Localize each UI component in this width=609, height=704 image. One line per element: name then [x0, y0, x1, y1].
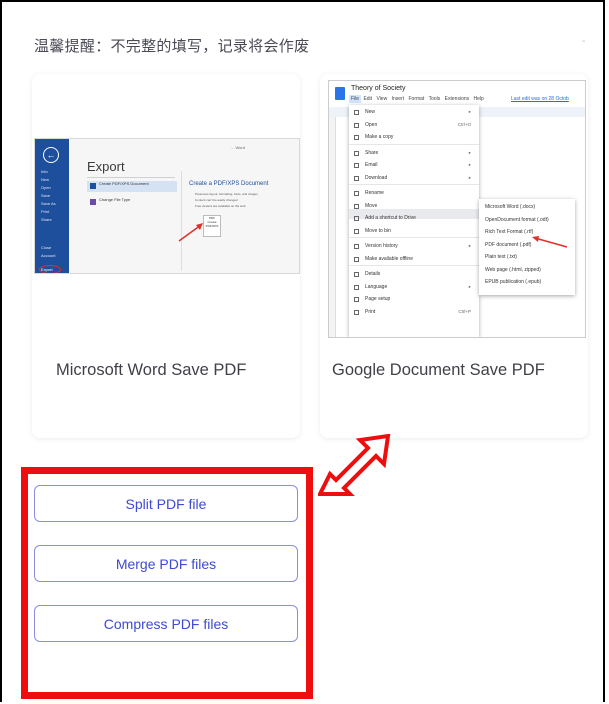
- file-menu-item[interactable]: Move to bin: [365, 228, 391, 234]
- merge-pdf-button[interactable]: Merge PDF files: [34, 545, 298, 582]
- menu-divider: [349, 143, 479, 145]
- word-nav-item: Share: [41, 217, 52, 222]
- file-menu-item[interactable]: Language: [365, 284, 387, 290]
- menu-item-icon: [354, 203, 359, 209]
- word-bullet: Content can't be easily changed: [195, 198, 238, 202]
- file-menu-item[interactable]: Rename: [365, 190, 384, 196]
- download-format-item[interactable]: Microsoft Word (.docx): [485, 204, 535, 210]
- pointer-arrow-icon: [532, 236, 568, 248]
- file-menu-item[interactable]: Add a shortcut to Drive: [365, 215, 416, 221]
- word-nav-item: Account: [41, 253, 56, 258]
- word-breadcrumb: ... Word: [231, 145, 245, 150]
- file-menu-item[interactable]: Print: [365, 309, 375, 315]
- split-pdf-button[interactable]: Split PDF file: [34, 485, 298, 522]
- word-bullet: Free viewers are available on the web: [195, 204, 246, 208]
- page-frame: 温馨提醒：不完整的填写，记录将会作废 - ← Info New Open Sav…: [0, 0, 605, 702]
- word-bullet: Preserves layout, formatting, fonts, and…: [195, 192, 258, 196]
- menu-item-icon: [354, 244, 359, 249]
- menu-item-shortcut: Ctrl+O: [457, 121, 471, 127]
- download-format-item[interactable]: Rich Text Format (.rtf): [485, 229, 533, 235]
- word-nav-item: Close: [41, 245, 52, 250]
- menu-item-icon: [354, 163, 359, 168]
- menu-item-icon: [354, 122, 359, 128]
- menu-item-icon: [354, 150, 359, 156]
- docs-title: Theory of Society: [351, 85, 406, 92]
- last-edit-link: Last edit was on 28 Octob: [511, 96, 569, 102]
- menu-divider: [349, 265, 479, 266]
- export-highlight-circle: [39, 265, 61, 273]
- menu-item-icon: [354, 216, 359, 221]
- word-nav-item: Open: [41, 185, 51, 190]
- menu-item-shortcut: ▸: [468, 162, 471, 167]
- red-arrow-icon: [318, 434, 391, 496]
- word-nav-item: New: [41, 177, 50, 182]
- card-title: Google Document Save PDF: [332, 361, 545, 379]
- file-menu-item[interactable]: Make available offline: [365, 256, 413, 262]
- menu-item-icon: [354, 309, 359, 315]
- menu-item-icon: [354, 110, 359, 115]
- download-format-item[interactable]: Plain text (.txt): [485, 254, 517, 260]
- word-nav-item: Save: [41, 193, 51, 198]
- docs-menubar: File Edit View Insert Format Tools Exten…: [351, 96, 484, 102]
- menu-item-icon: [354, 272, 359, 277]
- menu-item-icon: [354, 284, 359, 290]
- menu-item-shortcut: ▸: [468, 283, 471, 289]
- menu-item-icon: [354, 135, 359, 140]
- card-title: Microsoft Word Save PDF: [56, 361, 247, 379]
- word-nav-item: Print: [41, 209, 50, 214]
- pdf-doc-icon: [90, 183, 96, 189]
- corner-mark: -: [582, 36, 586, 47]
- menu-item-icon: [354, 297, 359, 302]
- word-backstage-sidebar: ← Info New Open Save Save As Print Share…: [35, 139, 69, 273]
- word-export-screenshot: ← Info New Open Save Save As Print Share…: [34, 138, 300, 274]
- card-word-save-pdf[interactable]: ← Info New Open Save Save As Print Share…: [32, 74, 300, 438]
- google-docs-icon: [335, 87, 345, 100]
- file-type-icon: [90, 199, 96, 205]
- download-format-item[interactable]: EPUB publication (.epub): [485, 279, 541, 285]
- file-menu-item[interactable]: Download: [365, 175, 387, 181]
- menu-item-shortcut: Ctrl+P: [458, 308, 471, 314]
- download-format-item[interactable]: PDF document (.pdf): [485, 242, 531, 248]
- download-format-item[interactable]: Web page (.html, zipped): [485, 267, 541, 273]
- menu-divider: [349, 237, 479, 238]
- divider: [87, 177, 175, 178]
- word-nav-item: Info: [41, 169, 48, 174]
- download-format-item[interactable]: OpenDocument format (.odt): [485, 217, 549, 223]
- word-export-option-label: Create PDF/XPS Document: [99, 181, 149, 186]
- card-google-doc-save-pdf[interactable]: Theory of Society File Edit View Insert …: [320, 74, 588, 438]
- file-menu-item[interactable]: Make a copy: [365, 134, 393, 140]
- file-menu: New ▸ Open Ctrl+O Make a copy Share ▸ Email ▸ Dow…: [349, 105, 479, 337]
- menu-item-icon: [354, 256, 359, 262]
- file-menu-item[interactable]: Share: [365, 150, 378, 156]
- word-export-heading: Export: [87, 159, 125, 174]
- notice-text: 温馨提醒：不完整的填写，记录将会作废: [34, 37, 310, 55]
- compress-pdf-button[interactable]: Compress PDF files: [34, 605, 298, 642]
- menu-divider: [349, 184, 479, 185]
- word-export-option: Change File Type: [87, 197, 177, 208]
- menu-item-icon: [354, 228, 359, 234]
- menu-item-icon: [354, 175, 359, 181]
- word-export-option-label: Change File Type: [99, 197, 131, 202]
- file-menu-item[interactable]: Details: [365, 271, 380, 277]
- file-menu-item[interactable]: Version history: [365, 243, 398, 249]
- menu-item-shortcut: ▸: [468, 243, 471, 248]
- word-nav-item: Save As: [41, 201, 56, 206]
- google-docs-screenshot: Theory of Society File Edit View Insert …: [328, 80, 586, 338]
- word-export-option: Create PDF/XPS Document: [87, 181, 177, 192]
- menu-item-icon: [354, 191, 359, 196]
- docs-ruler: [329, 117, 336, 337]
- file-menu-item[interactable]: New: [365, 109, 375, 115]
- file-menu-item[interactable]: Page setup: [365, 296, 390, 302]
- menu-item-shortcut: ▸: [468, 149, 471, 155]
- file-menu-item[interactable]: Open: [365, 122, 377, 128]
- menu-item-shortcut: ▸: [468, 109, 471, 114]
- file-menu-item[interactable]: Move: [365, 203, 377, 209]
- file-menu-item[interactable]: Email: [365, 162, 378, 168]
- menu-item-shortcut: ▸: [468, 174, 471, 180]
- back-arrow-icon: ←: [43, 147, 59, 163]
- word-pdf-title: Create a PDF/XPS Document: [189, 181, 269, 187]
- pointer-arrow-icon: [178, 223, 203, 242]
